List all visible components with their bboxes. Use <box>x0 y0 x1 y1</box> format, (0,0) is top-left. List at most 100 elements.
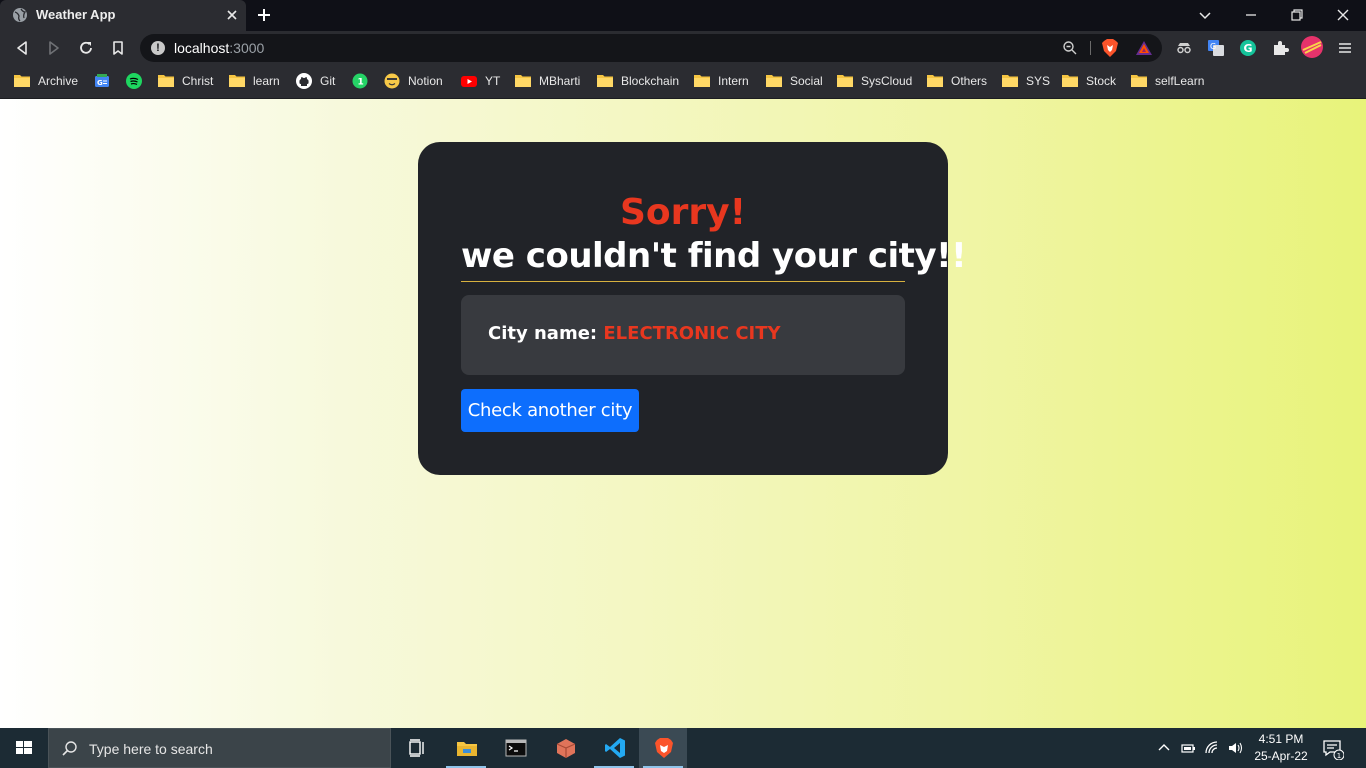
omnibox-separator <box>1090 41 1091 55</box>
city-label: City name: <box>488 323 598 344</box>
wifi-icon[interactable] <box>1204 740 1220 756</box>
bookmark-archive[interactable]: Archive <box>14 72 78 90</box>
windows-start-icon[interactable] <box>0 728 48 768</box>
new-tab-icon[interactable] <box>255 6 273 24</box>
clock-time: 4:51 PM <box>1258 732 1304 746</box>
clock-date: 25-Apr-22 <box>1254 749 1308 763</box>
system-clock[interactable]: 4:51 PM 25-Apr-22 <box>1246 731 1316 765</box>
show-hidden-icons-icon[interactable] <box>1156 740 1172 756</box>
taskbar-3d-app[interactable] <box>541 728 589 768</box>
3d-box-icon <box>556 739 576 758</box>
bookmark-google-news[interactable]: G <box>94 72 118 90</box>
svg-text:G: G <box>97 79 103 87</box>
bookmark-syscloud[interactable]: SysCloud <box>837 72 912 90</box>
taskbar-terminal[interactable] <box>491 728 539 768</box>
folder-icon <box>158 73 174 89</box>
folder-icon <box>1062 73 1078 89</box>
bookmark-icon[interactable] <box>109 39 127 57</box>
bookmark-spotify[interactable] <box>126 72 150 90</box>
bookmark-learn[interactable]: learn <box>229 72 280 90</box>
spotify-icon <box>126 73 142 89</box>
bookmark-others[interactable]: Others <box>927 72 987 90</box>
taskbar-search[interactable]: Type here to search <box>48 728 391 768</box>
taskbar: Type here to search 4:51 PM 25-Apr-22 1 <box>0 728 1366 768</box>
brave-shields-icon[interactable] <box>1101 38 1119 58</box>
google-translate-icon[interactable]: G <box>1207 39 1225 57</box>
bookmarks-bar: Archive G Christ learn Git 1 Notion YT MBharti Bl… <box>0 65 1366 99</box>
back-icon[interactable] <box>13 39 31 57</box>
bookmark-label: Christ <box>182 74 214 88</box>
bookmark-blockchain[interactable]: Blockchain <box>597 72 679 90</box>
bookmark-yt[interactable]: YT <box>461 72 500 90</box>
battery-icon[interactable] <box>1180 740 1196 756</box>
bookmark-notion[interactable]: Notion <box>384 72 443 90</box>
bookmark-git[interactable]: Git <box>296 72 335 90</box>
bookmark-label: SYS <box>1026 74 1051 88</box>
taskbar-file-explorer[interactable] <box>442 728 490 768</box>
profile-avatar-icon[interactable] <box>1300 35 1324 59</box>
folder-icon <box>837 73 853 89</box>
task-view-button[interactable] <box>392 728 440 768</box>
file-explorer-icon <box>457 742 477 756</box>
terminal-icon <box>505 739 527 757</box>
bookmark-social[interactable]: Social <box>766 72 823 90</box>
notion-emoji-icon <box>384 73 400 89</box>
bookmark-label: Blockchain <box>621 74 680 88</box>
bookmark-label: Others <box>951 74 988 88</box>
brave-rewards-icon[interactable] <box>1135 40 1153 56</box>
bookmark-label: Git <box>320 74 336 88</box>
bookmark-christ[interactable]: Christ <box>158 72 213 90</box>
site-info-icon[interactable]: ! <box>151 41 165 55</box>
taskbar-brave[interactable] <box>639 728 687 768</box>
notification-center-icon[interactable]: 1 <box>1322 738 1344 760</box>
close-window-icon[interactable] <box>1334 6 1352 24</box>
heading-underline <box>461 281 905 282</box>
bookmark-label: SysCloud <box>861 74 913 88</box>
notification-count: 1 <box>1337 752 1341 760</box>
search-icon <box>62 741 77 756</box>
task-view-icon <box>409 739 424 757</box>
bookmark-stock[interactable]: Stock <box>1062 72 1116 90</box>
brave-browser-icon <box>655 738 673 758</box>
search-placeholder: Type here to search <box>89 741 213 757</box>
bookmark-label: selfLearn <box>1155 74 1205 88</box>
bookmark-label: Stock <box>1086 74 1117 88</box>
bookmark-whatsapp[interactable]: 1 <box>352 72 376 90</box>
folder-icon <box>229 73 245 89</box>
tab-search-icon[interactable] <box>1196 6 1214 24</box>
bookmark-label: learn <box>253 74 280 88</box>
address-bar[interactable]: ! localhost:3000 <box>140 34 1162 62</box>
city-info-box: City name: ELECTRONIC CITY <box>461 295 905 375</box>
bookmark-sys[interactable]: SYS <box>1002 72 1050 90</box>
browser-toolbar: ! localhost:3000 G G <box>0 31 1366 65</box>
volume-icon[interactable] <box>1227 740 1243 756</box>
forward-icon[interactable] <box>45 39 63 57</box>
tab-weather-app[interactable]: Weather App <box>0 0 246 31</box>
grammarly-icon[interactable]: G <box>1239 39 1257 57</box>
bookmark-intern[interactable]: Intern <box>694 72 749 90</box>
tab-title: Weather App <box>36 7 116 22</box>
zoom-icon[interactable] <box>1062 40 1078 56</box>
extensions-puzzle-icon[interactable] <box>1271 39 1289 57</box>
bookmark-label: YT <box>485 74 501 88</box>
taskbar-vscode[interactable] <box>590 728 638 768</box>
folder-icon <box>1002 73 1018 89</box>
restore-icon[interactable] <box>1288 6 1306 24</box>
svg-text:G: G <box>1244 42 1253 55</box>
city-row: City name: ELECTRONIC CITY <box>488 323 781 344</box>
menu-icon[interactable] <box>1336 39 1354 57</box>
folder-icon <box>515 73 531 89</box>
bookmark-selflearn[interactable]: selfLearn <box>1131 72 1204 90</box>
tab-strip: Weather App <box>0 0 1366 31</box>
bookmark-label: MBharti <box>539 74 581 88</box>
url-text[interactable]: localhost:3000 <box>174 40 264 56</box>
bookmark-label: Archive <box>38 74 79 88</box>
close-tab-icon[interactable] <box>224 7 240 23</box>
minimize-icon[interactable] <box>1242 6 1260 24</box>
youtube-icon <box>461 73 477 89</box>
folder-icon <box>597 73 613 89</box>
check-another-city-button[interactable]: Check another city <box>461 389 639 432</box>
reload-icon[interactable] <box>77 39 95 57</box>
bookmark-mbharti[interactable]: MBharti <box>515 72 580 90</box>
incognito-extension-icon[interactable] <box>1175 39 1193 57</box>
